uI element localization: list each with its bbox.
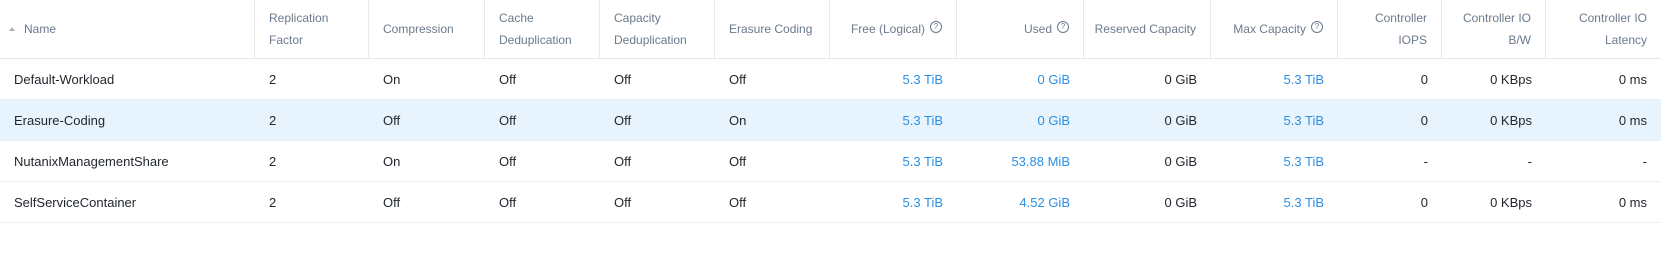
table-row-selected[interactable]: Erasure-Coding 2 Off Off Off On 5.3 TiB … xyxy=(0,100,1661,141)
column-header-erasure-coding[interactable]: Erasure Coding xyxy=(715,0,830,58)
cell-capacity-deduplication: Off xyxy=(614,71,632,87)
cell-controller-iops: 0 xyxy=(1420,112,1428,128)
column-header-used[interactable]: Used ? xyxy=(957,0,1084,58)
cell-name: Default-Workload xyxy=(14,71,115,87)
column-header-capacity-deduplication[interactable]: Capacity Deduplication xyxy=(600,0,715,58)
column-header-label: Reserved Capacity xyxy=(1094,22,1196,36)
cell-controller-io-bw: 0 KBps xyxy=(1490,71,1532,87)
cell-max-capacity-link[interactable]: 5.3 TiB xyxy=(1211,59,1338,99)
sort-ascending-icon[interactable] xyxy=(9,27,15,31)
cell-used-link[interactable]: 4.52 GiB xyxy=(957,182,1084,222)
cell-used-link[interactable]: 0 GiB xyxy=(957,100,1084,140)
cell-replication-factor: 2 xyxy=(269,194,277,210)
cell-controller-io-bw: 0 KBps xyxy=(1490,194,1532,210)
cell-erasure-coding: Off xyxy=(729,153,747,169)
cell-free-logical-link[interactable]: 5.3 TiB xyxy=(830,182,957,222)
column-header-free-logical[interactable]: Free (Logical) ? xyxy=(830,0,957,58)
column-header-label: Cache Deduplication xyxy=(499,11,572,47)
cell-max-capacity-link[interactable]: 5.3 TiB xyxy=(1211,100,1338,140)
column-header-name[interactable]: Name xyxy=(0,0,255,58)
table-row[interactable]: SelfServiceContainer 2 Off Off Off Off 5… xyxy=(0,182,1661,223)
cell-capacity-deduplication: Off xyxy=(614,153,632,169)
cell-cache-deduplication: Off xyxy=(499,71,517,87)
cell-erasure-coding: Off xyxy=(729,71,747,87)
cell-max-capacity-link[interactable]: 5.3 TiB xyxy=(1211,141,1338,181)
column-header-label: Controller IO B/W xyxy=(1462,11,1531,47)
cell-controller-iops: 0 xyxy=(1420,194,1428,210)
cell-controller-io-bw: - xyxy=(1527,153,1532,169)
cell-cache-deduplication: Off xyxy=(499,112,517,128)
cell-reserved-capacity: 0 GiB xyxy=(1164,112,1197,128)
cell-controller-io-latency: 0 ms xyxy=(1618,112,1647,128)
cell-name: SelfServiceContainer xyxy=(14,194,137,210)
cell-compression: On xyxy=(383,71,401,87)
cell-erasure-coding: Off xyxy=(729,194,747,210)
cell-controller-io-latency: 0 ms xyxy=(1618,71,1647,87)
column-header-controller-io-bw[interactable]: Controller IO B/W xyxy=(1442,0,1546,58)
column-header-compression[interactable]: Compression xyxy=(369,0,485,58)
cell-free-logical-link[interactable]: 5.3 TiB xyxy=(830,141,957,181)
cell-reserved-capacity: 0 GiB xyxy=(1164,194,1197,210)
cell-free-logical-link[interactable]: 5.3 TiB xyxy=(830,100,957,140)
column-header-label: Free (Logical) xyxy=(850,22,925,36)
help-icon[interactable]: ? xyxy=(1057,21,1069,33)
cell-capacity-deduplication: Off xyxy=(614,112,632,128)
column-header-label: Max Capacity xyxy=(1233,22,1306,36)
cell-compression: Off xyxy=(383,194,401,210)
column-header-max-capacity[interactable]: Max Capacity ? xyxy=(1211,0,1338,58)
cell-max-capacity-link[interactable]: 5.3 TiB xyxy=(1211,182,1338,222)
help-icon[interactable]: ? xyxy=(930,21,942,33)
cell-cache-deduplication: Off xyxy=(499,194,517,210)
cell-used-link[interactable]: 53.88 MiB xyxy=(957,141,1084,181)
cell-controller-iops: 0 xyxy=(1420,71,1428,87)
cell-erasure-coding: On xyxy=(729,112,747,128)
cell-replication-factor: 2 xyxy=(269,112,277,128)
cell-used-link[interactable]: 0 GiB xyxy=(957,59,1084,99)
column-header-replication-factor[interactable]: Replication Factor xyxy=(255,0,369,58)
cell-controller-io-latency: - xyxy=(1642,153,1647,169)
cell-reserved-capacity: 0 GiB xyxy=(1164,153,1197,169)
column-header-label: Compression xyxy=(383,22,454,36)
column-header-label: Erasure Coding xyxy=(729,22,813,36)
cell-capacity-deduplication: Off xyxy=(614,194,632,210)
cell-controller-io-bw: 0 KBps xyxy=(1490,112,1532,128)
column-header-controller-iops[interactable]: Controller IOPS xyxy=(1338,0,1442,58)
table-header: Name Replication Factor Compression Cach… xyxy=(0,0,1661,59)
cell-free-logical-link[interactable]: 5.3 TiB xyxy=(830,59,957,99)
column-header-label: Name xyxy=(24,22,57,36)
table-row[interactable]: NutanixManagementShare 2 On Off Off Off … xyxy=(0,141,1661,182)
cell-replication-factor: 2 xyxy=(269,153,277,169)
cell-controller-iops: - xyxy=(1423,153,1428,169)
column-header-controller-io-latency[interactable]: Controller IO Latency xyxy=(1546,0,1661,58)
cell-name: NutanixManagementShare xyxy=(14,153,169,169)
storage-container-table: Name Replication Factor Compression Cach… xyxy=(0,0,1661,223)
cell-cache-deduplication: Off xyxy=(499,153,517,169)
column-header-label: Replication Factor xyxy=(269,11,329,47)
help-icon[interactable]: ? xyxy=(1311,21,1323,33)
cell-reserved-capacity: 0 GiB xyxy=(1164,71,1197,87)
column-header-label: Used xyxy=(1023,22,1052,36)
column-header-reserved-capacity[interactable]: Reserved Capacity xyxy=(1084,0,1211,58)
column-header-label: Controller IO Latency xyxy=(1578,11,1647,47)
table-row[interactable]: Default-Workload 2 On Off Off Off 5.3 Ti… xyxy=(0,59,1661,100)
column-header-label: Capacity Deduplication xyxy=(614,11,687,47)
cell-compression: Off xyxy=(383,112,401,128)
cell-replication-factor: 2 xyxy=(269,71,277,87)
column-header-cache-deduplication[interactable]: Cache Deduplication xyxy=(485,0,600,58)
cell-compression: On xyxy=(383,153,401,169)
column-header-label: Controller IOPS xyxy=(1374,11,1427,47)
cell-controller-io-latency: 0 ms xyxy=(1618,194,1647,210)
cell-name: Erasure-Coding xyxy=(14,112,106,128)
